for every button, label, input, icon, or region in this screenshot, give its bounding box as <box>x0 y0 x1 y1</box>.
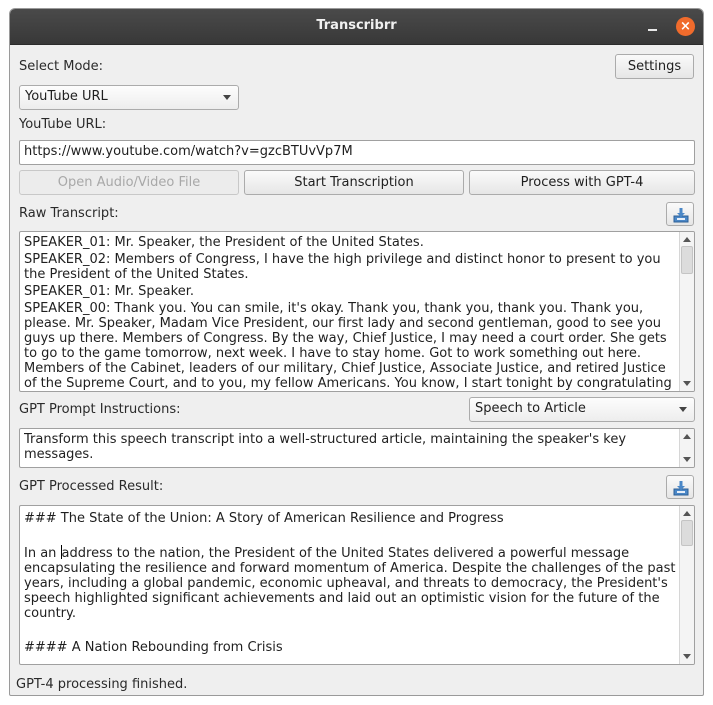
save-result-button[interactable] <box>666 475 694 499</box>
mode-select[interactable]: YouTube URL <box>19 85 239 110</box>
transcript-scrollbar[interactable] <box>679 232 694 391</box>
result-paragraph-rest: address to the nation, the President of … <box>24 546 676 621</box>
raw-transcript-label: Raw Transcript: <box>19 206 119 221</box>
open-file-button[interactable]: Open Audio/Video File <box>19 170 239 195</box>
prompt-textarea[interactable]: Transform this speech transcript into a … <box>19 428 695 468</box>
mode-label: Select Mode: <box>19 59 104 74</box>
mode-select-value: YouTube URL <box>25 89 108 104</box>
status-bar-text: GPT-4 processing finished. <box>16 677 188 692</box>
save-icon <box>673 481 689 496</box>
scroll-thumb[interactable] <box>681 520 693 546</box>
settings-button[interactable]: Settings <box>615 54 694 79</box>
prompt-content: Transform this speech transcript into a … <box>24 432 627 462</box>
chevron-down-icon <box>679 407 687 412</box>
result-textarea[interactable]: ### The State of the Union: A Story of A… <box>19 505 695 665</box>
raw-transcript-textarea[interactable]: SPEAKER_01: Mr. Speaker, the President o… <box>19 231 695 392</box>
start-transcription-button[interactable]: Start Transcription <box>244 170 464 195</box>
transcript-line: SPEAKER_00: Thank you. You can smile, it… <box>24 301 672 391</box>
url-input[interactable]: https://www.youtube.com/watch?v=gzcBTUvV… <box>19 140 695 165</box>
transcript-line: SPEAKER_01: Mr. Speaker. <box>24 284 194 299</box>
window-title: Transcribrr <box>316 18 397 33</box>
scroll-thumb[interactable] <box>681 246 693 274</box>
scroll-up-icon[interactable] <box>683 434 691 439</box>
chevron-down-icon <box>223 95 231 100</box>
close-icon[interactable]: × <box>676 17 695 36</box>
transcript-line: SPEAKER_02: Members of Congress, I have … <box>24 252 661 282</box>
process-gpt-button[interactable]: Process with GPT-4 <box>469 170 695 195</box>
scroll-up-icon[interactable] <box>683 237 691 242</box>
result-content: ### The State of the Union: A Story of A… <box>24 511 676 664</box>
transcript-line: SPEAKER_01: Mr. Speaker, the President o… <box>24 235 424 250</box>
result-label: GPT Processed Result: <box>19 479 164 494</box>
prompt-label: GPT Prompt Instructions: <box>19 402 181 417</box>
scroll-up-icon[interactable] <box>683 511 691 516</box>
scroll-down-icon[interactable] <box>683 381 691 386</box>
save-icon <box>673 208 689 223</box>
result-scrollbar[interactable] <box>679 506 694 664</box>
prompt-preset-value: Speech to Article <box>475 401 586 416</box>
raw-transcript-content: SPEAKER_01: Mr. Speaker, the President o… <box>24 235 676 391</box>
result-paragraph: In an address to the nation, the Preside… <box>24 545 676 621</box>
title-bar: Transcribrr × <box>10 9 703 45</box>
app-window: Transcribrr × Select Mode: Settings YouT… <box>9 8 704 696</box>
scroll-down-icon[interactable] <box>683 457 691 462</box>
scroll-down-icon[interactable] <box>683 654 691 659</box>
prompt-scrollbar[interactable] <box>679 429 694 467</box>
result-paragraph-start: In an <box>24 546 61 561</box>
minimize-icon[interactable] <box>643 17 663 37</box>
url-label: YouTube URL: <box>19 117 107 132</box>
result-heading: ### The State of the Union: A Story of A… <box>24 511 504 526</box>
result-subheading: #### A Nation Rebounding from Crisis <box>24 640 283 655</box>
save-transcript-button[interactable] <box>666 202 694 226</box>
prompt-preset-select[interactable]: Speech to Article <box>469 397 695 422</box>
